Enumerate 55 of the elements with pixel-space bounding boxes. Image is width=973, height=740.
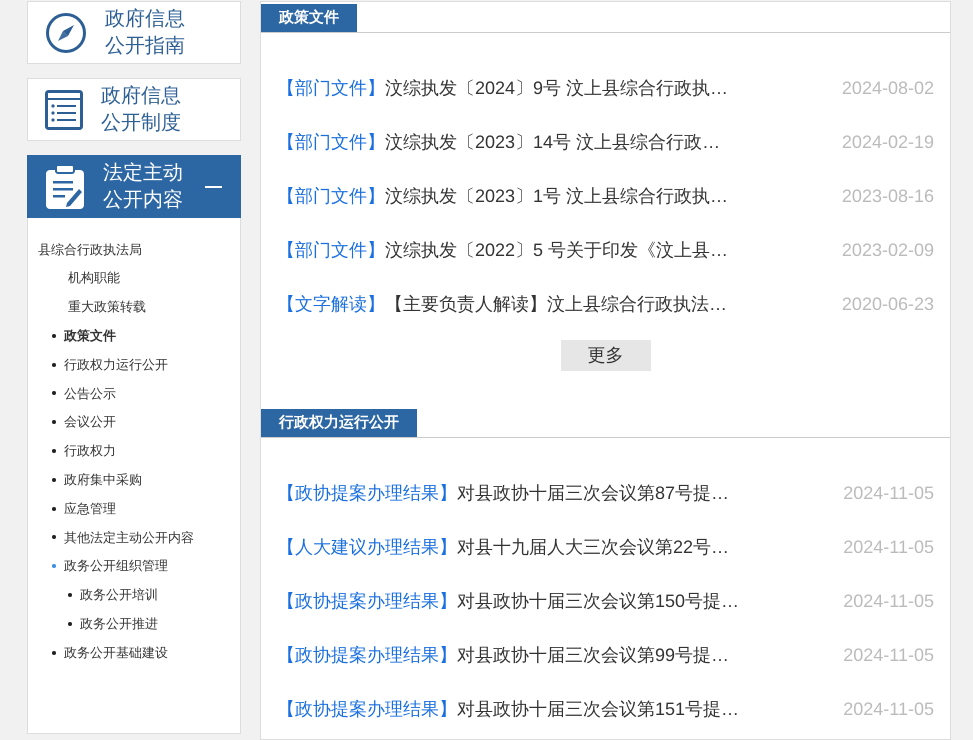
tree-item[interactable]: 机构职能 <box>68 268 120 288</box>
tree-item[interactable]: 县综合行政执法局 <box>38 240 142 260</box>
more-button[interactable]: 更多 <box>560 340 650 371</box>
date-text: 2024-08-02 <box>842 76 934 100</box>
date-text: 2024-11-05 <box>843 590 934 612</box>
article-link[interactable]: 【政协提案办理结果】对县政协十届三次会议第87号提… <box>277 480 730 506</box>
bullet-icon <box>68 622 72 626</box>
clipboard-icon <box>45 164 85 210</box>
article-link[interactable]: 【政协提案办理结果】对县政协十届三次会议第99号提… <box>277 642 730 668</box>
date-text: 2023-02-09 <box>842 238 934 262</box>
article-link[interactable]: 【政协提案办理结果】对县政协十届三次会议第150号提… <box>277 588 740 614</box>
tree-item[interactable]: 政府集中采购 <box>64 470 142 490</box>
tree-item[interactable]: 公告公示 <box>64 384 116 404</box>
bullet-icon <box>52 391 56 396</box>
section-title: 政策文件 <box>261 4 357 32</box>
tree-item[interactable]: 政务公开基础建设 <box>64 642 168 662</box>
date-text: 2024-11-05 <box>843 482 934 504</box>
list-icon <box>45 90 83 130</box>
tree-item[interactable]: 政务公开组织管理 <box>64 556 168 576</box>
date-text: 2023-08-16 <box>842 184 934 208</box>
tree-item[interactable]: 应急管理 <box>64 498 116 518</box>
bullet-icon <box>52 448 56 453</box>
article-link[interactable]: 【人大建议办理结果】对县十九届人大三次会议第22号… <box>277 534 730 560</box>
tree-item[interactable]: 其他法定主动公开内容 <box>64 528 194 548</box>
section-title: 行政权力运行公开 <box>261 409 417 437</box>
tree-item[interactable]: 政务公开推进 <box>80 614 158 634</box>
bullet-icon <box>52 535 56 540</box>
nav-card[interactable]: 法定主动 公开内容 <box>27 155 241 218</box>
compass-icon <box>45 12 87 54</box>
bullet-icon <box>52 362 56 367</box>
article-link[interactable]: 【政协提案办理结果】对县政协十届三次会议第151号提… <box>277 696 740 722</box>
bullet-icon <box>52 506 56 511</box>
nav-card[interactable]: 政府信息 公开制度 <box>27 78 241 141</box>
date-text: 2024-11-05 <box>843 698 934 720</box>
article-link[interactable]: 【部门文件】汶综执发〔2024〕9号 汶上县综合行政执… <box>277 74 728 102</box>
tree-item[interactable]: 政策文件 <box>64 326 116 346</box>
date-text: 2020-06-23 <box>842 292 934 316</box>
bullet-icon <box>52 334 56 338</box>
date-text: 2024-11-05 <box>843 644 934 666</box>
bullet-icon <box>52 650 56 655</box>
bullet-icon <box>68 592 72 597</box>
tree-item[interactable]: 重大政策转载 <box>68 297 146 317</box>
tree-item[interactable]: 行政权力运行公开 <box>64 354 168 374</box>
article-link[interactable]: 【部门文件】汶综执发〔2022〕5 号关于印发《汶上县… <box>277 236 728 264</box>
nav-card[interactable]: 政府信息 公开指南 <box>27 1 241 64</box>
tree-item[interactable]: 会议公开 <box>64 412 116 432</box>
article-link[interactable]: 【部门文件】汶综执发〔2023〕1号 汶上县综合行政执… <box>277 182 728 210</box>
date-text: 2024-02-19 <box>842 130 934 154</box>
bullet-icon <box>52 420 56 424</box>
tree-item[interactable]: 政务公开培训 <box>80 585 158 605</box>
article-link[interactable]: 【部门文件】汶综执发〔2023〕14号 汶上县综合行政… <box>277 128 720 156</box>
bullet-icon <box>52 478 56 482</box>
date-text: 2024-11-05 <box>843 536 934 558</box>
tree-item[interactable]: 行政权力 <box>64 441 116 461</box>
article-link[interactable]: 【文字解读】【主要负责人解读】汶上县综合行政执法… <box>277 290 727 318</box>
